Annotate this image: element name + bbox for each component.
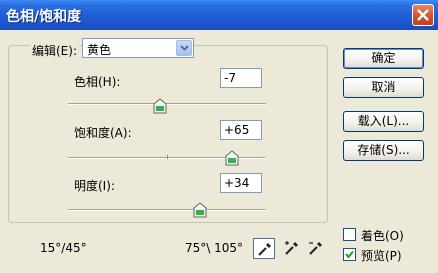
eyedropper-tool[interactable] xyxy=(253,238,275,259)
hue-label: 色相(H): xyxy=(74,75,121,89)
hue-input[interactable]: -7 xyxy=(220,68,262,88)
dropdown-arrow[interactable] xyxy=(176,40,192,56)
preview-checkbox[interactable] xyxy=(343,248,356,261)
lightness-slider-thumb[interactable] xyxy=(193,202,207,218)
lightness-slider-track[interactable] xyxy=(68,209,266,211)
edit-select[interactable]: 黄色 xyxy=(82,38,194,58)
checkmark-icon xyxy=(345,250,354,259)
saturation-center-tick xyxy=(167,155,168,159)
eyedropper-plus-tool[interactable] xyxy=(281,238,303,259)
colorize-label: 着色(O) xyxy=(361,229,404,243)
lightness-label: 明度(I): xyxy=(74,179,115,193)
window-title: 色相/饱和度 xyxy=(6,9,82,25)
lightness-input[interactable]: +34 xyxy=(220,173,262,193)
cancel-button[interactable]: 取消 xyxy=(343,77,424,98)
saturation-input[interactable]: +65 xyxy=(220,120,262,140)
edit-select-value: 黄色 xyxy=(87,43,112,57)
save-button[interactable]: 存储(S)... xyxy=(343,140,424,161)
eyedropper-minus-tool[interactable] xyxy=(305,238,327,259)
load-button[interactable]: 载入(L)... xyxy=(343,111,424,132)
close-button[interactable] xyxy=(412,4,434,26)
eyedropper-minus-icon xyxy=(309,242,322,255)
saturation-label: 饱和度(A): xyxy=(74,126,132,140)
saturation-slider-thumb[interactable] xyxy=(225,150,239,166)
adjustment-group xyxy=(8,45,328,223)
ok-button[interactable]: 确定 xyxy=(343,48,424,69)
close-icon xyxy=(417,9,429,21)
colorize-checkbox[interactable] xyxy=(343,228,356,241)
eyedropper-icon xyxy=(258,243,271,256)
chevron-down-icon xyxy=(180,45,189,51)
edit-label: 编辑(E): xyxy=(30,42,79,59)
title-bar: 色相/饱和度 xyxy=(0,0,438,30)
eyedropper-plus-icon xyxy=(285,241,298,255)
range-left-value: 15°/45° xyxy=(40,241,87,255)
range-right-value: 75°\ 105° xyxy=(185,241,244,255)
preview-label: 预览(P) xyxy=(361,249,402,263)
hue-slider-thumb[interactable] xyxy=(153,98,167,114)
hue-slider-track[interactable] xyxy=(68,103,266,105)
